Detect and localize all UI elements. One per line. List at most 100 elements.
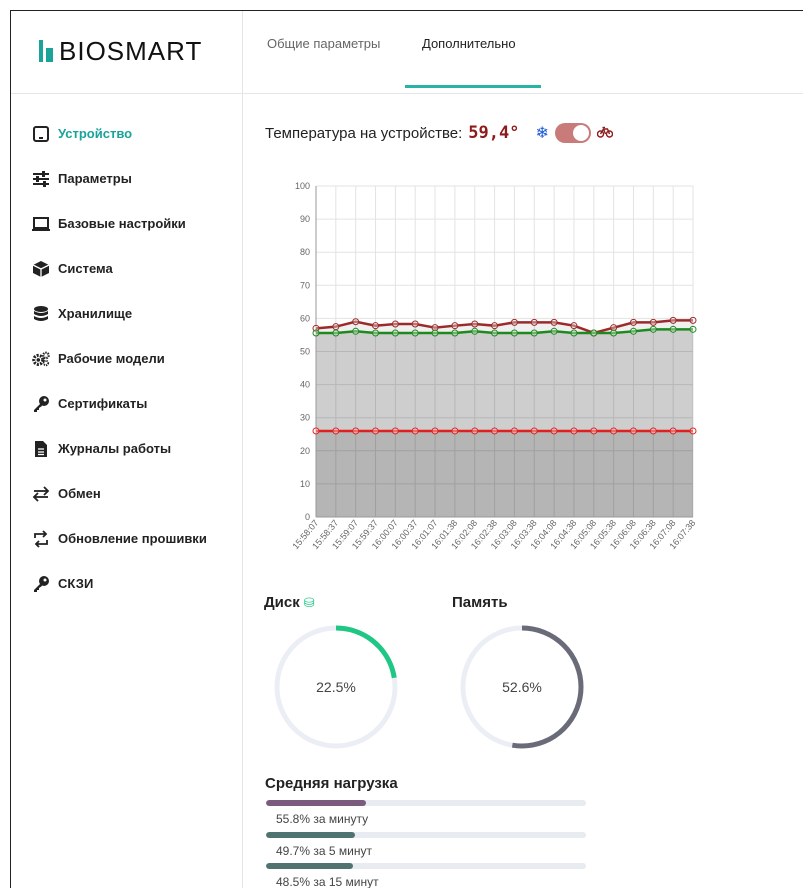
series-point <box>332 329 340 337</box>
memory-title: Память <box>452 594 508 611</box>
series-point <box>491 329 499 337</box>
logo-mark-icon <box>39 40 53 62</box>
load-1min-bar <box>266 800 586 806</box>
sidebar-item-firmware-update[interactable]: Обновление прошивки <box>30 516 240 561</box>
disk-title: Диск ⛁ <box>264 594 315 611</box>
series-point <box>391 329 399 337</box>
sidebar-item-device[interactable]: Устройство <box>30 111 240 156</box>
series-point <box>570 329 578 337</box>
series-point <box>471 427 479 435</box>
series-point <box>689 427 697 435</box>
series-point <box>431 329 439 337</box>
series-point <box>629 427 637 435</box>
storage-icon[interactable]: ⛁ <box>304 595 315 610</box>
series-point <box>411 329 419 337</box>
y-tick-label: 100 <box>295 181 310 191</box>
series-point <box>391 320 399 328</box>
sidebar-item-certificates[interactable]: Сертификаты <box>30 381 240 426</box>
sidebar-item-label: Параметры <box>58 171 132 186</box>
series-point <box>669 316 677 324</box>
series-point <box>590 329 598 337</box>
series-point <box>649 325 657 333</box>
series-point <box>550 318 558 326</box>
series-point <box>471 320 479 328</box>
tab-general[interactable]: Общие параметры <box>267 36 380 51</box>
series-point <box>510 318 518 326</box>
file-icon <box>30 440 52 458</box>
sidebar-item-label: Журналы работы <box>58 441 172 456</box>
snowflake-icon: ❄ <box>535 125 549 142</box>
temperature-chart: 010203040506070809010015:58:0715:58:3715… <box>290 181 697 551</box>
temperature-label: Температура на устройстве: <box>265 124 463 142</box>
sidebar-item-label: Рабочие модели <box>58 351 165 366</box>
temperature-row: Температура на устройстве: 59,4° ❄ <box>265 123 614 143</box>
series-point <box>530 329 538 337</box>
bicycle-icon <box>596 125 614 141</box>
load-15min-label: 48.5% за 15 минут <box>276 875 379 888</box>
y-tick-label: 60 <box>300 313 310 323</box>
sidebar-item-label: СКЗИ <box>58 576 94 591</box>
y-tick-label: 10 <box>300 479 310 489</box>
app-window: BIOSMART Устройство Параметры Базовые на… <box>10 10 803 888</box>
series-point <box>669 325 677 333</box>
memory-usage-donut: 52.6% <box>458 623 586 751</box>
series-point <box>669 427 677 435</box>
cube-icon <box>30 260 52 278</box>
series-point <box>332 323 340 331</box>
active-tab-indicator <box>405 85 541 88</box>
series-point <box>610 427 618 435</box>
series-point <box>372 322 380 330</box>
series-point <box>530 427 538 435</box>
y-tick-label: 80 <box>300 247 310 257</box>
sidebar: BIOSMART Устройство Параметры Базовые на… <box>11 11 243 888</box>
series-point <box>590 427 598 435</box>
sidebar-item-skzi[interactable]: СКЗИ <box>30 561 240 606</box>
y-tick-label: 70 <box>300 280 310 290</box>
sidebar-item-label: Базовые настройки <box>58 216 186 231</box>
series-point <box>570 427 578 435</box>
sidebar-item-label: Система <box>58 261 113 276</box>
database-icon <box>30 305 52 323</box>
temperature-value: 59,4° <box>468 123 520 143</box>
load-average-title: Средняя нагрузка <box>265 775 398 792</box>
series-point <box>649 318 657 326</box>
disk-title-text: Диск <box>264 594 300 611</box>
sidebar-item-basic-settings[interactable]: Базовые настройки <box>30 201 240 246</box>
series-point <box>372 427 380 435</box>
series-point <box>510 329 518 337</box>
sidebar-menu: Устройство Параметры Базовые настройки С… <box>30 111 240 606</box>
logo-text: BIOSMART <box>59 35 203 66</box>
series-point <box>312 329 320 337</box>
sidebar-item-logs[interactable]: Журналы работы <box>30 426 240 471</box>
load-1min-label: 55.8% за минуту <box>276 812 369 826</box>
series-point <box>352 327 360 335</box>
series-point <box>689 325 697 333</box>
sidebar-item-label: Обновление прошивки <box>58 531 207 546</box>
cooling-toggle[interactable] <box>554 123 591 143</box>
y-tick-label: 90 <box>300 214 310 224</box>
series-point <box>332 427 340 435</box>
gears-icon <box>30 350 52 368</box>
series-area <box>316 430 693 517</box>
series-point <box>629 318 637 326</box>
biosmart-logo[interactable]: BIOSMART <box>39 34 202 68</box>
sidebar-item-exchange[interactable]: Обмен <box>30 471 240 516</box>
series-point <box>610 329 618 337</box>
sliders-icon <box>30 170 52 188</box>
series-point <box>352 427 360 435</box>
y-tick-label: 50 <box>300 347 310 357</box>
tablet-icon <box>30 125 52 143</box>
key-icon <box>30 575 52 593</box>
sidebar-item-storage[interactable]: Хранилище <box>30 291 240 336</box>
sidebar-item-work-models[interactable]: Рабочие модели <box>30 336 240 381</box>
load-15min-fill <box>266 863 353 869</box>
series-point <box>352 318 360 326</box>
sidebar-item-parameters[interactable]: Параметры <box>30 156 240 201</box>
series-point <box>550 427 558 435</box>
main-content: Температура на устройстве: 59,4° ❄ 0 10 20… <box>243 94 803 888</box>
sidebar-item-label: Устройство <box>58 126 133 141</box>
tab-additional[interactable]: Дополнительно <box>422 36 516 51</box>
sidebar-item-system[interactable]: Система <box>30 246 240 291</box>
exchange-icon <box>30 485 52 503</box>
series-point <box>451 329 459 337</box>
